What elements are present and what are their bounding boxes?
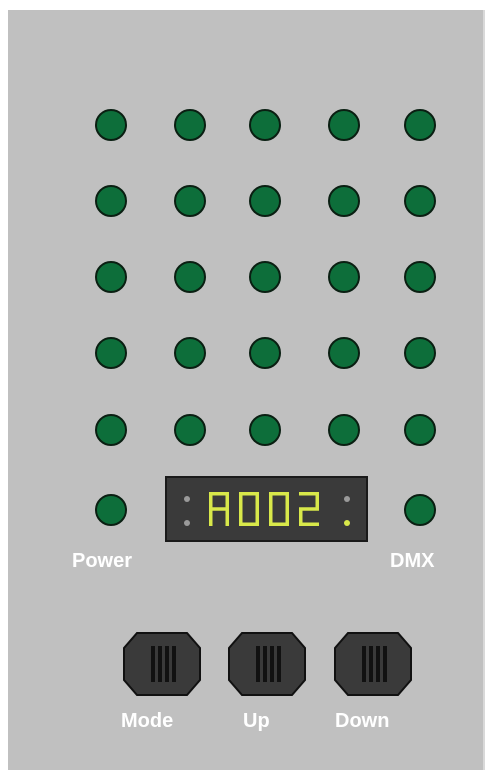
seven-segment-readout — [209, 492, 319, 526]
down-button[interactable] — [334, 632, 412, 696]
display-segment — [209, 507, 229, 511]
mode-button-label: Mode — [121, 710, 174, 732]
matrix-led — [95, 414, 127, 446]
matrix-led — [174, 109, 206, 141]
display-segment — [285, 492, 289, 509]
display-dot-lit — [344, 520, 350, 526]
display-segment — [299, 522, 319, 526]
matrix-led — [174, 185, 206, 217]
display-segment — [225, 492, 229, 509]
power-label: Power — [72, 550, 133, 572]
display-segment — [209, 509, 213, 526]
matrix-led — [95, 185, 127, 217]
matrix-led — [174, 414, 206, 446]
matrix-led — [174, 337, 206, 369]
display-dot — [344, 496, 350, 502]
up-button-label: Up — [243, 710, 270, 732]
dmx-label: DMX — [390, 550, 435, 572]
device-panel: Power DMX Mode Up Down — [8, 10, 485, 770]
display-segment — [239, 492, 243, 509]
matrix-led — [249, 337, 281, 369]
matrix-led — [95, 261, 127, 293]
matrix-led — [249, 414, 281, 446]
display-dot — [184, 520, 190, 526]
matrix-led — [95, 337, 127, 369]
matrix-led — [404, 109, 436, 141]
power-led — [95, 494, 127, 526]
matrix-led — [249, 261, 281, 293]
led-display — [165, 476, 368, 542]
mode-button[interactable] — [123, 632, 201, 696]
display-segment — [239, 509, 243, 526]
matrix-led — [95, 109, 127, 141]
up-button[interactable] — [228, 632, 306, 696]
matrix-led — [328, 261, 360, 293]
matrix-led — [404, 185, 436, 217]
matrix-led — [328, 185, 360, 217]
matrix-led — [249, 109, 281, 141]
matrix-led — [328, 337, 360, 369]
matrix-led — [328, 109, 360, 141]
display-segment — [209, 492, 213, 509]
display-segment — [225, 509, 229, 526]
display-dot — [184, 496, 190, 502]
dmx-led — [404, 494, 436, 526]
display-segment — [269, 492, 273, 509]
matrix-led — [404, 337, 436, 369]
matrix-led — [404, 261, 436, 293]
matrix-led — [174, 261, 206, 293]
display-segment — [269, 509, 273, 526]
matrix-led — [328, 414, 360, 446]
matrix-led — [249, 185, 281, 217]
down-button-label: Down — [335, 710, 390, 732]
display-segment — [315, 492, 319, 509]
matrix-led — [404, 414, 436, 446]
display-segment — [255, 492, 259, 509]
